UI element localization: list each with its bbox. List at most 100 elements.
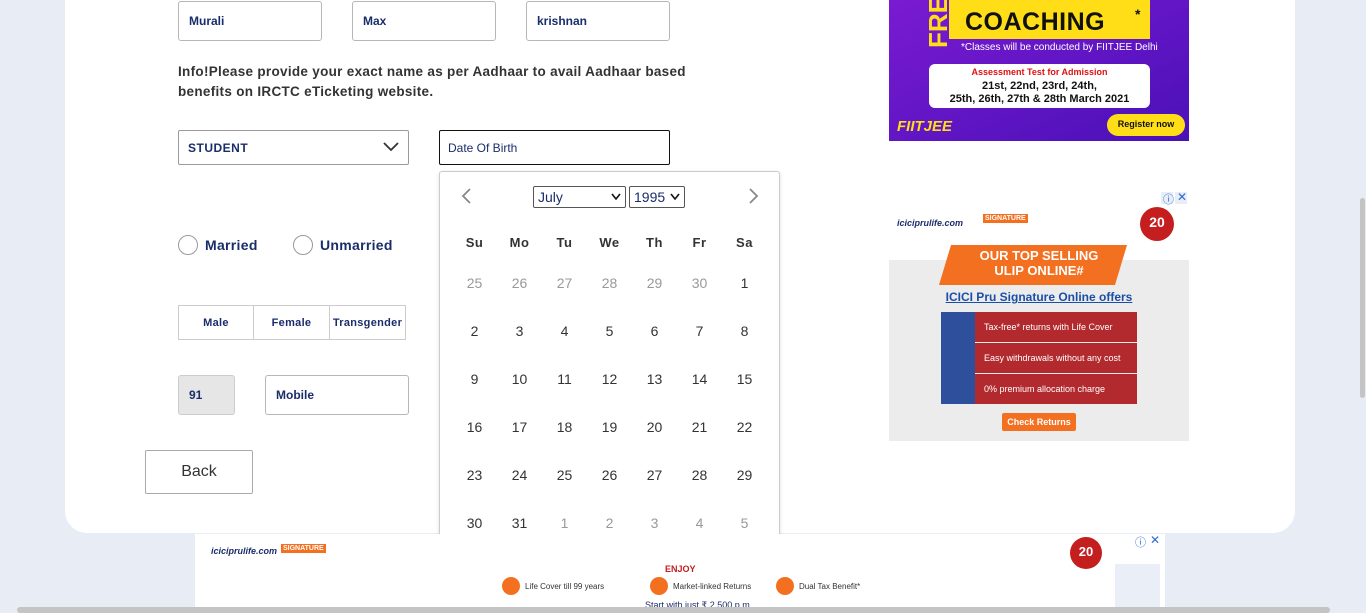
calendar-day[interactable]: 27 <box>632 464 677 512</box>
back-button[interactable]: Back <box>145 450 253 494</box>
weekday-label: We <box>599 235 620 250</box>
gender-transgender-button[interactable]: Transgender <box>330 305 406 340</box>
icici-brand: iciciprulife.com <box>897 218 964 228</box>
fiitjee-ad[interactable]: FREE COACHING * *Classes will be conduct… <box>889 0 1189 141</box>
radio-unmarried-label: Unmarried <box>320 237 393 253</box>
close-icon[interactable]: ✕ <box>1177 190 1187 204</box>
calendar-day[interactable]: 16 <box>452 416 497 464</box>
calendar-day[interactable]: 29 <box>632 272 677 320</box>
radio-unmarried[interactable]: Unmarried <box>293 235 393 255</box>
first-name-value: Murali <box>189 14 225 28</box>
radio-circle[interactable] <box>178 235 198 255</box>
gender-selector: Male Female Transgender <box>178 305 406 340</box>
radio-married-label: Married <box>205 237 258 253</box>
weekday-label: Th <box>646 235 663 250</box>
calendar-day[interactable]: 26 <box>587 464 632 512</box>
calendar-week-row: 9 10 11 12 13 14 15 <box>452 368 767 416</box>
calendar-day[interactable]: 11 <box>542 368 587 416</box>
mobile-placeholder: Mobile <box>276 388 314 402</box>
icici-ad[interactable]: ⓘ ✕ iciciprulife.com SIGNATURE 20 OUR TO… <box>889 190 1189 441</box>
banner-benefit-3: Dual Tax Benefit* <box>799 582 861 591</box>
fiitjee-dates-line1: 21st, 22nd, 23rd, 24th, <box>982 80 1097 92</box>
calendar-week-row: 23 24 25 26 27 28 29 <box>452 464 767 512</box>
calendar-day[interactable]: 27 <box>542 272 587 320</box>
middle-name-field[interactable]: Max <box>352 1 496 41</box>
calendar-day[interactable]: 18 <box>542 416 587 464</box>
icici-headline-2: ULIP ONLINE# <box>994 263 1084 278</box>
date-of-birth-input[interactable]: Date Of Birth <box>439 130 670 165</box>
middle-name-value: Max <box>363 14 387 28</box>
weekday-label: Su <box>465 235 484 250</box>
adchoices-icon[interactable]: ⓘ <box>1163 191 1174 207</box>
calendar-day[interactable]: 4 <box>542 320 587 368</box>
fiitjee-assessment: Assessment Test for Admission <box>971 67 1108 77</box>
calendar-day[interactable]: 2 <box>452 320 497 368</box>
calendar-day[interactable]: 10 <box>497 368 542 416</box>
calendar-day[interactable]: 13 <box>632 368 677 416</box>
calendar-day[interactable]: 8 <box>722 320 767 368</box>
calendar-week-row: 2345678 <box>452 320 767 368</box>
calendar-day[interactable]: 14 <box>677 368 722 416</box>
calendar-day[interactable]: 21 <box>677 416 722 464</box>
radio-circle[interactable] <box>293 235 313 255</box>
calendar-day[interactable]: 12 <box>587 368 632 416</box>
chevron-down-icon <box>383 142 399 152</box>
weekday-label: Fr <box>692 235 707 250</box>
radio-married[interactable]: Married <box>178 235 258 255</box>
gender-female-button[interactable]: Female <box>254 305 330 340</box>
calendar-day[interactable]: 30 <box>677 272 722 320</box>
calendar-day[interactable]: 5 <box>587 320 632 368</box>
calendar-day[interactable]: 24 <box>497 464 542 512</box>
calendar-day[interactable]: 28 <box>677 464 722 512</box>
concession-select[interactable]: STUDENT <box>178 130 409 165</box>
calendar-day[interactable]: 26 <box>497 272 542 320</box>
calendar-day[interactable]: 28 <box>587 272 632 320</box>
gender-male-button[interactable]: Male <box>178 305 254 340</box>
calendar-day[interactable]: 1 <box>722 272 767 320</box>
calendar-day[interactable]: 17 <box>497 416 542 464</box>
icici-feature-1: Tax-free* returns with Life Cover <box>984 322 1113 332</box>
fiitjee-register-button[interactable]: Register now <box>1107 119 1185 129</box>
icici-check-returns-button[interactable]: Check Returns <box>1002 417 1076 427</box>
calendar-day[interactable]: 6 <box>632 320 677 368</box>
concession-selected-value: STUDENT <box>188 140 249 155</box>
calendar-day[interactable]: 22 <box>722 416 767 464</box>
vertical-scrollbar[interactable] <box>1360 198 1365 398</box>
first-name-field[interactable]: Murali <box>178 1 322 41</box>
fiitjee-free-text: FREE <box>923 0 953 48</box>
year-select[interactable]: 1995 <box>629 186 685 208</box>
calendar-day[interactable]: 7 <box>677 320 722 368</box>
banner-years-badge: 20 <box>1078 544 1094 559</box>
fiitjee-logo: FIITJEE <box>897 118 953 135</box>
calendar-day[interactable]: 23 <box>452 464 497 512</box>
chevron-left-icon[interactable] <box>457 186 477 206</box>
calendar-day[interactable]: 19 <box>587 416 632 464</box>
chevron-right-icon[interactable] <box>743 186 763 206</box>
calendar-day[interactable]: 20 <box>632 416 677 464</box>
calendar-day[interactable]: 9 <box>452 368 497 416</box>
calendar-day[interactable]: 3 <box>497 320 542 368</box>
month-select[interactable]: July <box>533 186 626 208</box>
banner-enjoy: ENJOY <box>665 564 696 574</box>
chevron-down-icon <box>611 193 621 201</box>
banner-signature-badge: SIGNATURE <box>281 544 326 553</box>
horizontal-scrollbar[interactable] <box>17 607 1330 613</box>
weekday-label: Sa <box>736 235 753 250</box>
country-code-field: 91 <box>178 375 235 415</box>
adchoices-icon[interactable]: ⓘ <box>1135 534 1146 550</box>
fiitjee-coaching-text: COACHING <box>965 8 1106 36</box>
close-icon[interactable]: ✕ <box>1150 534 1160 547</box>
calendar-day[interactable]: 25 <box>542 464 587 512</box>
calendar-day[interactable]: 15 <box>722 368 767 416</box>
icici-offers-title: ICICI Pru Signature Online offers <box>945 290 1133 304</box>
banner-brand: iciciprulife.com <box>211 546 278 556</box>
calendar-day[interactable]: 25 <box>452 272 497 320</box>
weekday-label: Mo <box>509 235 530 250</box>
last-name-field[interactable]: krishnan <box>526 1 670 41</box>
icici-feature-2: Easy withdrawals without any cost <box>984 353 1121 363</box>
mobile-input[interactable]: Mobile <box>265 375 409 415</box>
calendar-grid: 25 26 27 28 29 30 1 2 3 4 5 6 7 8 9 10 11 12 13 14 15 16 17 18 1… <box>452 272 767 560</box>
datepicker-popup: July 1995 Su Mo Tu We Th Fr Sa 25 26 27 28 2… <box>439 171 780 558</box>
calendar-day[interactable]: 29 <box>722 464 767 512</box>
icici-banner-ad[interactable]: iciciprulife.com SIGNATURE 20 ⓘ ✕ ENJOY … <box>195 534 1165 613</box>
